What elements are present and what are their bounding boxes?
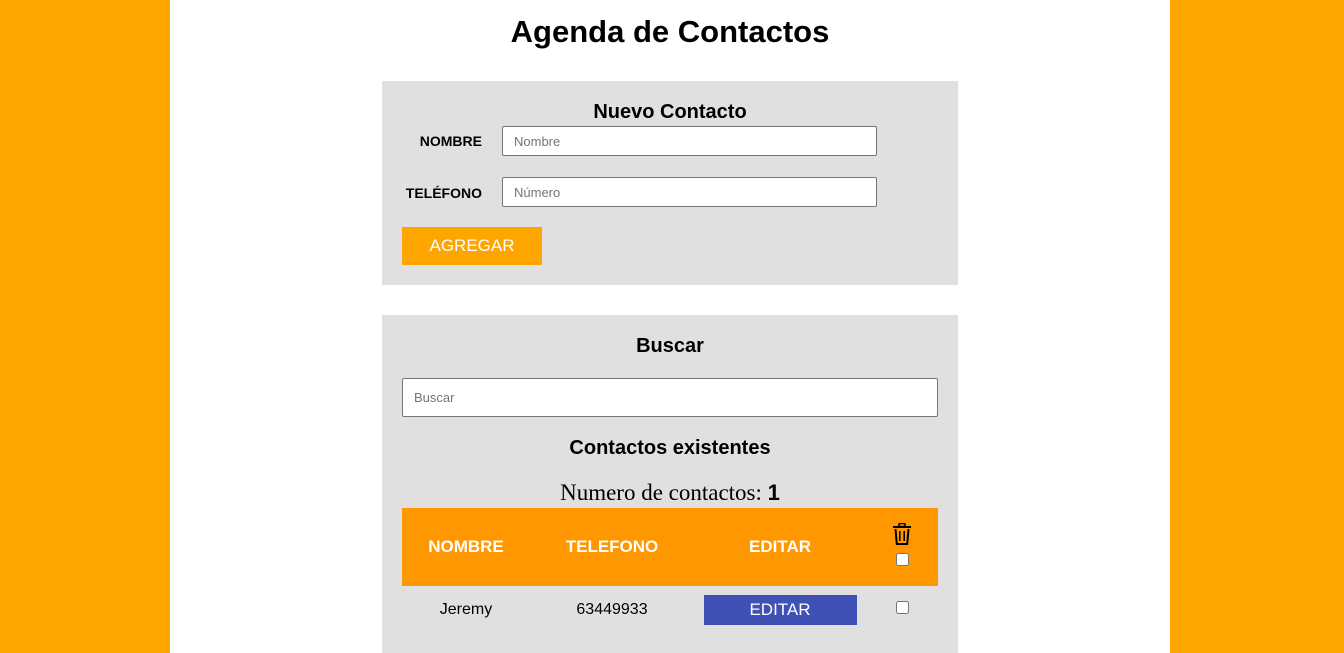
select-all-checkbox[interactable] — [895, 553, 909, 566]
page-container: Agenda de Contactos Nuevo Contacto NOMBR… — [170, 0, 1170, 653]
contact-count-label: Numero de contactos: — [560, 480, 768, 505]
column-header-name: NOMBRE — [428, 537, 504, 556]
contact-name-cell: Jeremy — [439, 601, 493, 618]
contact-edit-cell: EDITAR — [694, 586, 866, 634]
name-label: NOMBRE — [419, 133, 482, 149]
table-row: Jeremy 63449933 EDITAR — [402, 586, 938, 634]
phone-label: TELÉFONO — [405, 185, 482, 201]
contacts-title: Contactos existentes — [569, 437, 771, 459]
name-input[interactable] — [502, 126, 877, 156]
select-contact-checkbox[interactable] — [895, 601, 909, 614]
page-title: Agenda de Contactos — [510, 14, 830, 49]
contact-count: Numero de contactos: 1 — [382, 480, 958, 506]
edit-contact-button[interactable]: EDITAR — [703, 595, 857, 625]
contact-select-cell — [866, 586, 938, 634]
contact-count-value: 1 — [767, 480, 780, 505]
add-contact-button[interactable]: AGREGAR — [402, 227, 542, 265]
contacts-table: NOMBRE TELEFONO EDITAR Jeremy 63449933 E… — [402, 508, 938, 634]
column-header-edit: EDITAR — [748, 537, 811, 556]
contact-phone-cell: 63449933 — [576, 601, 648, 618]
column-header-delete — [866, 508, 938, 586]
trash-icon[interactable] — [892, 522, 912, 545]
phone-input[interactable] — [502, 177, 877, 207]
new-contact-panel: Nuevo Contacto NOMBRE TELÉFONO AGREGAR — [382, 81, 958, 285]
search-title: Buscar — [636, 335, 704, 357]
column-header-phone: TELEFONO — [565, 537, 659, 556]
new-contact-title: Nuevo Contacto — [593, 101, 747, 123]
search-panel: Buscar Contactos existentes Numero de co… — [382, 315, 958, 653]
table-header-row: NOMBRE TELEFONO EDITAR — [402, 508, 938, 586]
search-input[interactable] — [402, 378, 938, 417]
